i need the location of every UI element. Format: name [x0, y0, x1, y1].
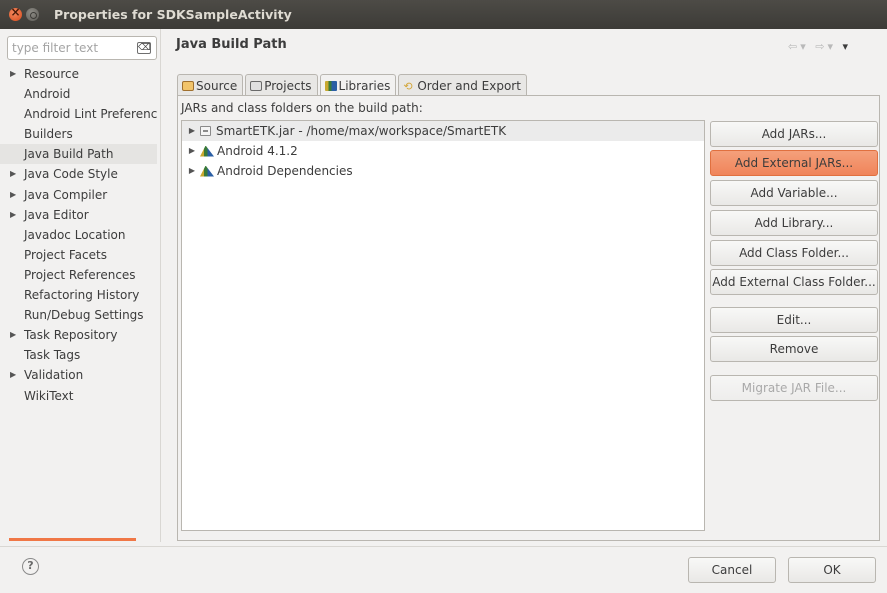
tree-item-task-tags[interactable]: Task Tags — [0, 345, 157, 365]
tree-item-label: Java Build Path — [24, 147, 114, 162]
expand-arrow-icon[interactable]: ▶ — [186, 141, 198, 161]
page-navigation: ⇦▾ ⇨▾ ▾ — [788, 40, 880, 54]
tree-item-label: Task Repository — [24, 328, 118, 343]
tree-item-javadoc-location[interactable]: Javadoc Location — [0, 225, 157, 245]
entry-label: Android Dependencies — [217, 164, 353, 178]
expand-arrow-icon[interactable]: ▶ — [10, 205, 16, 225]
add-external-jars-button[interactable]: Add External JARs... — [710, 150, 878, 176]
tree-item-validation[interactable]: ▶ Validation — [0, 365, 157, 385]
tree-item-label: Project Facets — [24, 247, 107, 262]
library-icon — [200, 165, 214, 177]
library-icon — [200, 145, 214, 157]
tree-item-resource[interactable]: ▶ Resource — [0, 64, 157, 84]
tree-item-label: WikiText — [24, 388, 74, 403]
tab-label: Order and Export — [417, 78, 521, 93]
entry-label: SmartETK.jar - /home/max/workspace/Smart… — [216, 124, 507, 138]
page-title: Java Build Path — [176, 37, 287, 52]
tab-label: Projects — [264, 78, 312, 93]
view-menu-icon[interactable]: ▾ — [843, 40, 852, 53]
tree-item-builders[interactable]: Builders — [0, 124, 157, 144]
tree-item-label: Refactoring History — [24, 288, 140, 303]
forward-arrow-icon[interactable]: ⇨ — [815, 40, 827, 53]
tree-item-label: Run/Debug Settings — [24, 308, 144, 323]
tree-item-label: Android — [24, 87, 71, 102]
window-title: Properties for SDKSampleActivity — [54, 7, 292, 22]
source-folder-icon — [182, 80, 194, 91]
remove-button[interactable]: Remove — [710, 336, 878, 362]
expand-arrow-icon[interactable]: ▶ — [10, 64, 16, 84]
tree-item-java-compiler[interactable]: ▶ Java Compiler — [0, 185, 157, 205]
build-path-entry[interactable]: ▶ SmartETK.jar - /home/max/workspace/Sma… — [182, 121, 704, 141]
forward-dropdown-icon[interactable]: ▾ — [827, 40, 836, 53]
tree-item-project-facets[interactable]: Project Facets — [0, 245, 157, 265]
minimize-window-icon[interactable] — [26, 8, 39, 21]
ok-button[interactable]: OK — [788, 557, 876, 583]
tree-item-java-editor[interactable]: ▶ Java Editor — [0, 205, 157, 225]
tree-item-label: Validation — [24, 368, 84, 383]
tree-item-refactoring-history[interactable]: Refactoring History — [0, 285, 157, 305]
title-bar: Properties for SDKSampleActivity — [0, 0, 887, 29]
expand-arrow-icon[interactable]: ▶ — [10, 365, 16, 385]
expand-arrow-icon[interactable]: ▶ — [10, 164, 16, 184]
add-external-class-folder-button[interactable]: Add External Class Folder... — [710, 269, 878, 295]
projects-icon — [250, 80, 263, 91]
tree-item-label: Java Code Style — [24, 167, 118, 182]
migrate-jar-button: Migrate JAR File... — [710, 375, 878, 401]
help-icon[interactable]: ? — [22, 558, 39, 575]
build-path-tabs: Source Projects Libraries ⟲ Order and Ex… — [177, 74, 529, 97]
tree-scroll-indicator — [9, 538, 136, 541]
footer-separator — [0, 546, 887, 547]
libraries-icon — [324, 81, 337, 91]
cancel-button[interactable]: Cancel — [688, 557, 776, 583]
entry-label: Android 4.1.2 — [217, 144, 298, 158]
clear-filter-icon[interactable]: ⌫ — [137, 42, 151, 54]
tree-item-label: Java Editor — [24, 207, 89, 222]
edit-button[interactable]: Edit... — [710, 307, 878, 333]
close-window-icon[interactable] — [9, 5, 22, 21]
tree-item-project-references[interactable]: Project References — [0, 265, 157, 285]
build-path-entry[interactable]: ▶ Android Dependencies — [182, 161, 704, 181]
add-class-folder-button[interactable]: Add Class Folder... — [710, 240, 878, 266]
build-path-entry[interactable]: ▶ Android 4.1.2 — [182, 141, 704, 161]
tab-source[interactable]: Source — [177, 74, 244, 96]
tree-item-label: Resource — [24, 67, 80, 81]
tree-item-task-repository[interactable]: ▶ Task Repository — [0, 325, 157, 345]
expand-arrow-icon[interactable]: ▶ — [186, 161, 198, 181]
build-path-entries-tree: ▶ SmartETK.jar - /home/max/workspace/Sma… — [181, 120, 705, 531]
tab-libraries[interactable]: Libraries — [319, 74, 397, 97]
back-dropdown-icon[interactable]: ▾ — [800, 40, 809, 53]
tree-item-label: Javadoc Location — [24, 227, 126, 242]
expand-arrow-icon[interactable]: ▶ — [10, 185, 16, 205]
add-variable-button[interactable]: Add Variable... — [710, 180, 878, 206]
tree-item-android-lint-preferences[interactable]: Android Lint Preferences — [0, 104, 157, 124]
libraries-label: JARs and class folders on the build path… — [181, 101, 423, 115]
back-arrow-icon[interactable]: ⇦ — [788, 40, 800, 53]
tree-item-android[interactable]: Android — [0, 84, 157, 104]
add-jars-button[interactable]: Add JARs... — [710, 121, 878, 147]
expand-arrow-icon[interactable]: ▶ — [10, 325, 16, 345]
tab-projects[interactable]: Projects — [245, 74, 318, 96]
jar-icon — [200, 126, 211, 136]
tab-order-and-export[interactable]: ⟲ Order and Export — [398, 74, 527, 96]
order-export-icon: ⟲ — [403, 79, 413, 93]
tree-item-java-build-path[interactable]: Java Build Path — [0, 144, 157, 165]
tab-label: Libraries — [338, 79, 391, 93]
property-page-tree: ▶ Resource Android Android Lint Preferenc… — [0, 64, 157, 539]
tree-item-run-debug-settings[interactable]: Run/Debug Settings — [0, 305, 157, 325]
pane-divider[interactable] — [160, 29, 161, 542]
expand-arrow-icon[interactable]: ▶ — [186, 121, 198, 141]
filter-box: ⌫ — [7, 36, 157, 60]
tree-item-label: Android Lint Preferences — [24, 107, 157, 122]
tree-item-label: Task Tags — [24, 348, 81, 363]
tree-item-java-code-style[interactable]: ▶ Java Code Style — [0, 164, 157, 184]
filter-input[interactable] — [12, 40, 130, 56]
tree-item-label: Builders — [24, 127, 73, 142]
tree-item-label: Project References — [24, 267, 136, 282]
tree-item-wikitext[interactable]: WikiText — [0, 386, 157, 406]
tree-item-label: Java Compiler — [24, 187, 108, 202]
add-library-button[interactable]: Add Library... — [710, 210, 878, 236]
tab-label: Source — [196, 78, 238, 93]
